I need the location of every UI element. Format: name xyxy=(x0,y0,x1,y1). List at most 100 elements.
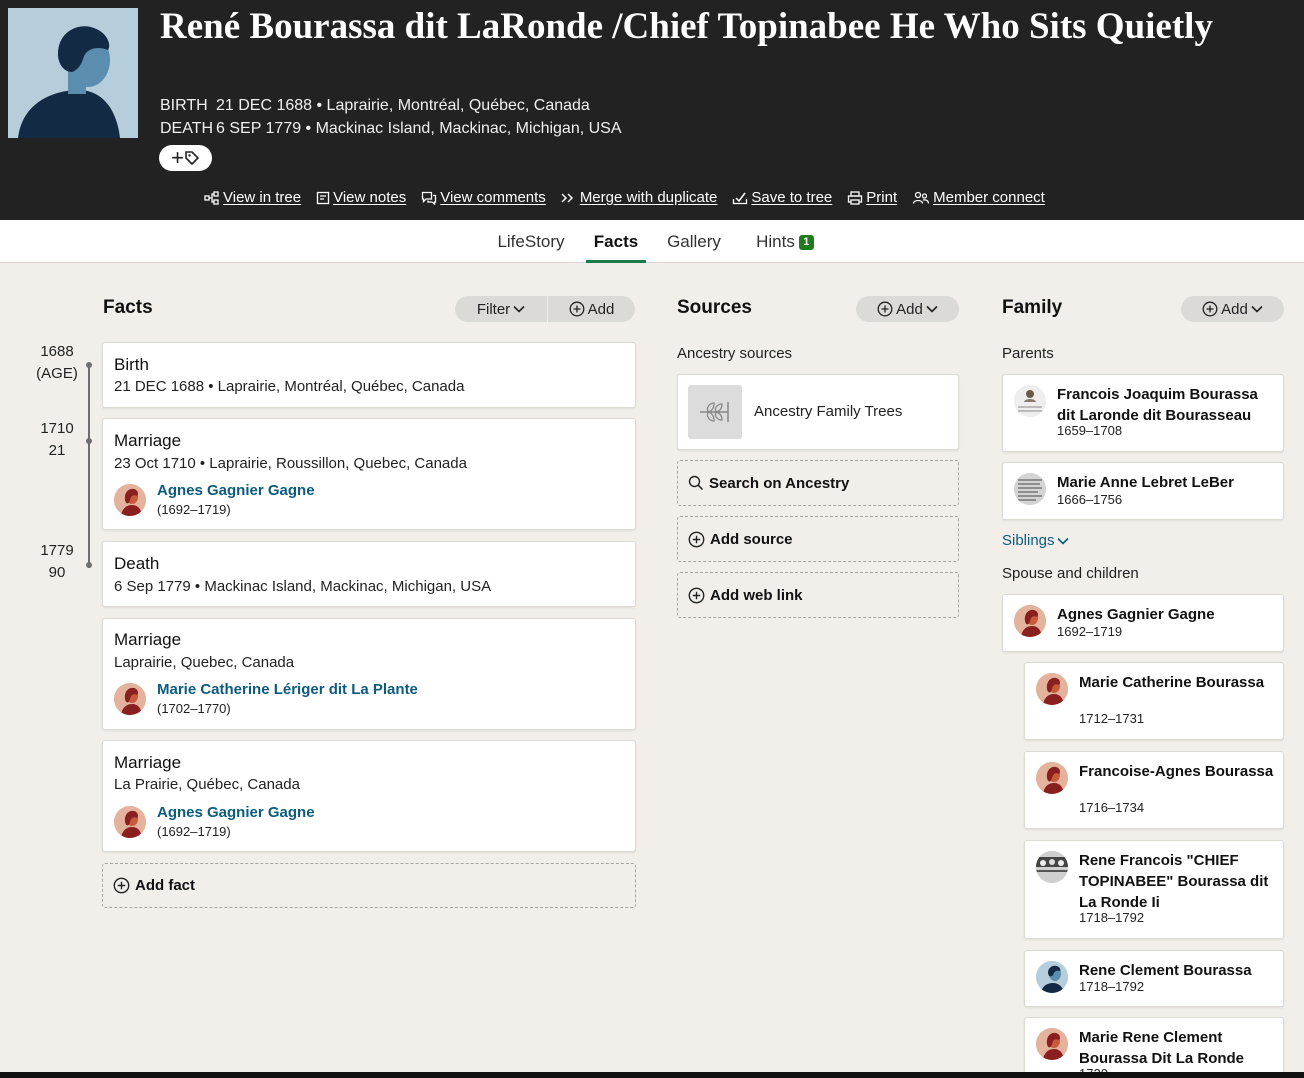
siblings-toggle[interactable]: Siblings xyxy=(1002,532,1069,549)
add-source-button[interactable]: Add source xyxy=(677,516,959,562)
family-title: Family xyxy=(1002,297,1063,318)
child-card[interactable]: Rene Francois "CHIEF TOPINABEE" Bourassa… xyxy=(1024,840,1284,939)
fact-card-marriage[interactable]: Marriage 23 Oct 1710 • Laprairie, Roussi… xyxy=(102,418,636,530)
member-connect-link[interactable]: Member connect xyxy=(912,189,1045,206)
profile-tabs: LifeStory Facts Gallery Hints 1 xyxy=(0,220,1304,263)
male-silhouette-icon xyxy=(1036,961,1068,993)
child-card[interactable]: Marie Catherine Bourassa 1712–1731 xyxy=(1024,662,1284,740)
spouse-avatar xyxy=(1014,605,1046,637)
timeline-age: (AGE) xyxy=(36,365,78,382)
child-avatar xyxy=(1036,1028,1068,1060)
chevron-down-icon xyxy=(513,305,525,313)
ancestry-family-trees-card[interactable]: Ancestry Family Trees xyxy=(677,374,959,450)
child-avatar xyxy=(1036,673,1068,705)
female-silhouette-icon xyxy=(114,683,146,715)
parent-card-mother[interactable]: Marie Anne Lebret LeBer 1666–1756 xyxy=(1002,462,1284,520)
timeline-dot xyxy=(86,362,92,368)
add-web-link-button[interactable]: Add web link xyxy=(677,572,959,618)
timeline-age: 90 xyxy=(48,564,66,581)
hints-badge: 1 xyxy=(798,235,814,250)
person-silhouette-icon xyxy=(8,8,138,138)
timeline-line xyxy=(88,364,90,568)
person-name: René Bourassa dit LaRonde /Chief Topinab… xyxy=(160,6,1213,47)
timeline-dot xyxy=(86,562,92,568)
photo-avatar xyxy=(1014,473,1046,505)
tab-gallery[interactable]: Gallery xyxy=(658,220,730,263)
search-on-ancestry-button[interactable]: Search on Ancestry xyxy=(677,460,959,506)
search-icon xyxy=(688,475,704,491)
ancestry-sources-label: Ancestry sources xyxy=(677,345,793,362)
fact-title: Death xyxy=(114,554,160,573)
add-tag-button[interactable]: + xyxy=(159,145,212,171)
fact-detail: 6 Sep 1779 • Mackinac Island, Mackinac, … xyxy=(114,578,492,595)
tab-facts[interactable]: Facts xyxy=(586,220,646,263)
document-thumbnail-icon xyxy=(1014,473,1046,505)
person-header: René Bourassa dit LaRonde /Chief Topinab… xyxy=(0,0,1304,220)
timeline-age: 21 xyxy=(48,442,66,459)
tree-icon xyxy=(204,190,219,205)
save-icon xyxy=(733,192,748,204)
photo-avatar xyxy=(1036,851,1068,883)
spouse-children-label: Spouse and children xyxy=(1002,565,1139,582)
plus-circle-icon xyxy=(1202,301,1218,317)
tab-hints[interactable]: Hints 1 xyxy=(744,220,826,263)
timeline-dot xyxy=(86,438,92,444)
merge-with-duplicate-link[interactable]: Merge with duplicate xyxy=(561,189,717,206)
child-dates: 1712–1731 xyxy=(1079,711,1145,726)
family-trees-label: Ancestry Family Trees xyxy=(754,403,903,420)
chevron-down-icon xyxy=(926,305,938,313)
female-silhouette-icon xyxy=(1014,605,1046,637)
tab-lifestory[interactable]: LifeStory xyxy=(488,220,574,263)
spouse-link[interactable]: Agnes Gagnier Gagne xyxy=(157,804,315,821)
add-source-header-button[interactable]: Add xyxy=(856,296,959,322)
fact-card-marriage[interactable]: Marriage La Prairie, Québec, Canada Agne… xyxy=(102,740,636,852)
view-notes-link[interactable]: View notes xyxy=(316,189,406,206)
spouse-link[interactable]: Marie Catherine Lériger dit La Plante xyxy=(157,681,418,698)
fact-card-birth[interactable]: Birth 21 DEC 1688 • Laprairie, Montréal,… xyxy=(102,342,636,408)
plus-circle-icon xyxy=(877,301,893,317)
child-name: Marie Rene Clement Bourassa Dit La Ronde xyxy=(1079,1029,1245,1067)
chevron-down-icon xyxy=(1251,305,1263,313)
fact-title: Marriage xyxy=(114,753,182,772)
birth-value: 21 DEC 1688 • Laprairie, Montréal, Québe… xyxy=(216,97,590,114)
child-avatar xyxy=(1036,961,1068,993)
add-fact-button[interactable]: Add fact xyxy=(102,863,636,908)
timeline-year: 1688 xyxy=(40,343,74,360)
print-link[interactable]: Print xyxy=(847,189,897,206)
birth-label: BIRTH xyxy=(160,97,208,114)
spouse-dates: 1692–1719 xyxy=(1057,624,1123,639)
female-silhouette-icon xyxy=(1036,762,1068,794)
spouse-card[interactable]: Agnes Gagnier Gagne 1692–1719 xyxy=(1002,594,1284,652)
parent-card-father[interactable]: Francois Joaquim Bourassa dit Laronde di… xyxy=(1002,374,1284,452)
add-family-button[interactable]: Add xyxy=(1181,296,1284,322)
plus-circle-icon xyxy=(113,877,130,894)
save-to-tree-link[interactable]: Save to tree xyxy=(732,189,832,206)
child-card[interactable]: Marie Rene Clement Bourassa Dit La Ronde… xyxy=(1024,1017,1284,1078)
child-name: Rene Clement Bourassa xyxy=(1079,962,1252,979)
fact-title: Marriage xyxy=(114,431,182,450)
chevron-down-icon xyxy=(1056,537,1069,545)
fact-card-marriage[interactable]: Marriage Laprairie, Quebec, Canada Marie… xyxy=(102,618,636,730)
child-card[interactable]: Rene Clement Bourassa 1718–1792 xyxy=(1024,950,1284,1007)
spouse-dates: (1702–1770) xyxy=(157,701,231,716)
child-name: Francoise-Agnes Bourassa xyxy=(1079,763,1274,780)
spouse-avatar xyxy=(114,683,146,715)
window-bottom-edge xyxy=(0,1072,1304,1078)
member-icon xyxy=(912,191,930,204)
parent-name: Marie Anne Lebret LeBer xyxy=(1057,474,1234,491)
person-actions: View in tree View notes View comments Me… xyxy=(204,189,1045,206)
group-photo-thumbnail-icon xyxy=(1036,851,1068,883)
spouse-link[interactable]: Agnes Gagnier Gagne xyxy=(157,482,315,499)
tag-icon xyxy=(185,151,200,166)
view-in-tree-link[interactable]: View in tree xyxy=(204,189,301,206)
fact-card-death[interactable]: Death 6 Sep 1779 • Mackinac Island, Mack… xyxy=(102,541,636,607)
child-dates: 1716–1734 xyxy=(1079,800,1145,815)
child-card[interactable]: Francoise-Agnes Bourassa 1716–1734 xyxy=(1024,751,1284,829)
filter-button[interactable]: Filter xyxy=(455,296,547,322)
fact-title: Birth xyxy=(114,355,149,374)
add-fact-header-button[interactable]: Add xyxy=(548,296,635,322)
profile-avatar[interactable] xyxy=(8,8,138,138)
view-comments-link[interactable]: View comments xyxy=(421,189,546,206)
facts-title: Facts xyxy=(103,297,153,318)
child-dates: 1718–1792 xyxy=(1079,979,1145,994)
